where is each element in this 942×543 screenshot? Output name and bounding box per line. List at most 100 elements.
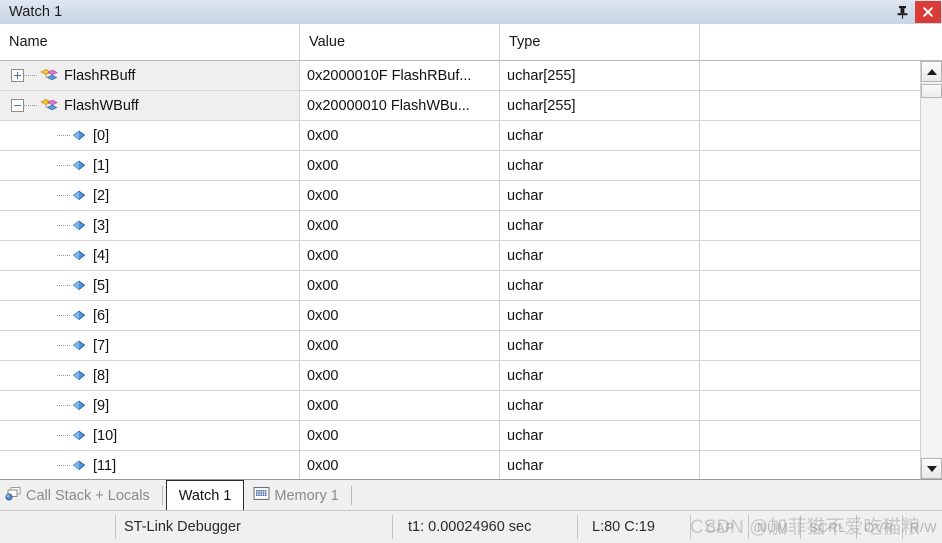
status-flag-rw: R/W [910,519,938,535]
cell-value[interactable]: 0x2000010F FlashRBuf... [300,61,500,90]
table-row[interactable]: [4] 0x00 uchar [0,241,920,271]
cell-extra [700,121,920,150]
cell-value[interactable]: 0x00 [300,151,500,180]
cell-name[interactable]: [9] [0,391,300,420]
row-name-label: FlashRBuff [64,67,136,84]
cell-type: uchar [500,421,700,450]
column-header-type[interactable]: Type [500,24,700,60]
cell-name[interactable]: [10] [0,421,300,450]
cell-value[interactable]: 0x20000010 FlashWBu... [300,91,500,120]
row-name-label: [2] [93,187,110,204]
pin-icon[interactable] [889,1,915,23]
cell-value[interactable]: 0x00 [300,361,500,390]
cell-name[interactable]: FlashWBuff [0,91,300,120]
column-header-name[interactable]: Name [0,24,300,60]
table-row[interactable]: [11] 0x00 uchar [0,451,920,479]
cell-value[interactable]: 0x00 [300,211,500,240]
scrollbar-track[interactable] [921,100,942,457]
watch-row-list: FlashRBuff 0x2000010F FlashRBuf... uchar[2… [0,61,920,479]
cell-name[interactable]: [11] [0,451,300,479]
window-title-bar: Watch 1 [0,0,942,25]
row-name-label: [6] [93,307,110,324]
tree-guide [57,195,71,196]
table-row[interactable]: [9] 0x00 uchar [0,391,920,421]
cell-type: uchar[255] [500,91,700,120]
tree-guide [57,405,71,406]
column-header-value[interactable]: Value [300,24,500,60]
row-name-label: FlashWBuff [64,97,139,114]
cell-value[interactable]: 0x00 [300,391,500,420]
cell-name[interactable]: [3] [0,211,300,240]
status-divider-5 [748,515,749,539]
tab-memory-1[interactable]: Memory 1 [248,481,347,510]
table-row[interactable]: [0] 0x00 uchar [0,121,920,151]
table-row[interactable]: [8] 0x00 uchar [0,361,920,391]
status-divider-6 [800,515,801,539]
window-title: Watch 1 [9,4,63,20]
tab-call-stack-locals[interactable]: Call Stack + Locals [0,481,159,510]
cell-value[interactable]: 0x00 [300,331,500,360]
table-row[interactable]: FlashWBuff 0x20000010 FlashWBu... uchar[25… [0,91,920,121]
status-cursor-position: L:80 C:19 [592,519,655,535]
grid-column-header: Name Value Type [0,24,942,61]
cell-value[interactable]: 0x00 [300,241,500,270]
row-name-label: [4] [93,247,110,264]
scroll-down-arrow-icon[interactable] [921,458,942,479]
expand-icon[interactable] [11,69,24,82]
scroll-up-arrow-icon[interactable] [921,61,942,82]
cell-value[interactable]: 0x00 [300,271,500,300]
cell-value[interactable]: 0x00 [300,451,500,479]
tab-watch-1[interactable]: Watch 1 [165,480,245,510]
tab-separator-2 [350,486,352,505]
cell-name[interactable]: FlashRBuff [0,61,300,90]
table-row[interactable]: [7] 0x00 uchar [0,331,920,361]
cell-value[interactable]: 0x00 [300,121,500,150]
table-row[interactable]: [3] 0x00 uchar [0,211,920,241]
row-name-label: [3] [93,217,110,234]
cell-type: uchar [500,391,700,420]
cell-value[interactable]: 0x00 [300,421,500,450]
watch-window: Watch 1 Name Value Type FlashRBuff 0x200… [0,0,942,543]
close-icon[interactable] [915,1,941,23]
vertical-scrollbar[interactable] [920,61,942,479]
memory-icon [253,486,270,505]
cell-type: uchar [500,331,700,360]
cell-name[interactable]: [5] [0,271,300,300]
cell-name[interactable]: [0] [0,121,300,150]
scrollbar-thumb[interactable] [921,84,942,98]
table-row[interactable]: [10] 0x00 uchar [0,421,920,451]
status-divider-7 [856,515,857,539]
column-header-extra[interactable] [700,24,942,60]
cell-type: uchar [500,241,700,270]
cell-name[interactable]: [6] [0,301,300,330]
status-divider-2 [392,515,393,539]
cell-type: uchar [500,271,700,300]
cell-type: uchar [500,211,700,240]
table-row[interactable]: [5] 0x00 uchar [0,271,920,301]
tree-guide [57,255,71,256]
table-row[interactable]: FlashRBuff 0x2000010F FlashRBuf... uchar[2… [0,61,920,91]
cell-extra [700,241,920,270]
table-row[interactable]: [6] 0x00 uchar [0,301,920,331]
cell-name[interactable]: [8] [0,361,300,390]
cell-extra [700,361,920,390]
status-divider-4 [690,515,691,539]
cell-name[interactable]: [7] [0,331,300,360]
cell-name[interactable]: [2] [0,181,300,210]
status-divider-8 [902,515,903,539]
cell-name[interactable]: [1] [0,151,300,180]
cell-value[interactable]: 0x00 [300,181,500,210]
tree-guide [57,345,71,346]
status-flag-scrl: SCRL [809,519,847,535]
cell-extra [700,301,920,330]
tab-label-memory-1: Memory 1 [274,487,339,504]
cell-value[interactable]: 0x00 [300,301,500,330]
cell-type: uchar [500,121,700,150]
table-row[interactable]: [1] 0x00 uchar [0,151,920,181]
row-name-label: [5] [93,277,110,294]
collapse-icon[interactable] [11,99,24,112]
cell-extra [700,271,920,300]
table-row[interactable]: [2] 0x00 uchar [0,181,920,211]
row-name-label: [9] [93,397,110,414]
cell-name[interactable]: [4] [0,241,300,270]
